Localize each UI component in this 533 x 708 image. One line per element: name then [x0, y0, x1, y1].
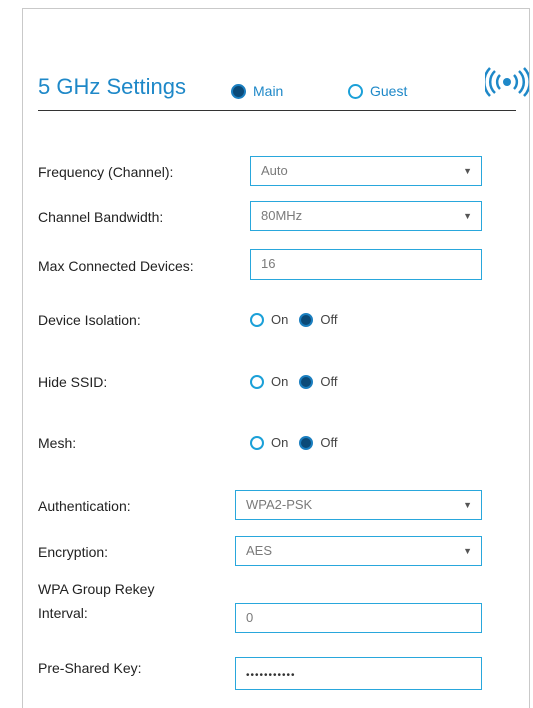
isolation-off-label: Off — [320, 312, 338, 327]
frequency-row: Frequency (Channel): Auto ▼ — [38, 156, 518, 190]
authentication-value: WPA2-PSK — [246, 497, 313, 512]
bandwidth-row: Channel Bandwidth: 80MHz ▼ — [38, 201, 518, 235]
rekey-row: WPA Group Rekey Interval: 0 — [38, 581, 518, 637]
frequency-value: Auto — [261, 163, 288, 178]
max-devices-label: Max Connected Devices: — [38, 258, 194, 274]
mesh-label: Mesh: — [38, 435, 77, 451]
max-devices-input[interactable]: 16 — [250, 249, 482, 280]
psk-row: Pre-Shared Key: ••••••••••• — [38, 657, 518, 691]
authentication-label: Authentication: — [38, 498, 131, 514]
isolation-options: On Off — [250, 312, 348, 327]
isolation-off-radio[interactable] — [299, 312, 314, 327]
radio-main[interactable]: Main — [231, 83, 283, 99]
settings-panel: 5 GHz Settings Main Guest Frequency (Cha… — [22, 8, 530, 708]
encryption-value: AES — [246, 543, 273, 558]
bandwidth-label: Channel Bandwidth: — [38, 209, 164, 225]
chevron-down-icon: ▼ — [463, 166, 472, 176]
radio-guest-indicator[interactable] — [348, 83, 363, 99]
radio-guest-label: Guest — [370, 83, 408, 99]
radio-main-label: Main — [253, 83, 284, 99]
psk-input[interactable]: ••••••••••• — [235, 657, 482, 690]
authentication-row: Authentication: WPA2-PSK ▼ — [38, 490, 518, 524]
hide-ssid-on-radio[interactable] — [250, 374, 264, 389]
isolation-label: Device Isolation: — [38, 312, 141, 328]
wireless-broadcast-icon — [485, 67, 529, 97]
encryption-label: Encryption: — [38, 544, 109, 560]
rekey-value: 0 — [246, 610, 254, 625]
radio-guest[interactable]: Guest — [348, 83, 407, 99]
hide-ssid-label: Hide SSID: — [38, 374, 108, 390]
chevron-down-icon: ▼ — [463, 211, 472, 221]
isolation-on-label: On — [271, 312, 289, 327]
encryption-select[interactable]: AES ▼ — [235, 536, 482, 566]
hide-ssid-row: Hide SSID: On Off — [38, 371, 518, 405]
isolation-on-radio[interactable] — [250, 312, 264, 327]
mesh-off-label: Off — [320, 435, 338, 450]
max-devices-value: 16 — [261, 256, 276, 271]
rekey-input[interactable]: 0 — [235, 603, 482, 633]
bandwidth-select[interactable]: 80MHz ▼ — [250, 201, 482, 231]
encryption-row: Encryption: AES ▼ — [38, 536, 518, 570]
isolation-row: Device Isolation: On Off — [38, 309, 518, 343]
radio-main-indicator[interactable] — [231, 83, 246, 99]
mesh-off-radio[interactable] — [299, 435, 314, 450]
rekey-label-line1: WPA Group Rekey — [38, 581, 155, 597]
hide-ssid-off-label: Off — [320, 374, 338, 389]
frequency-label: Frequency (Channel): — [38, 164, 174, 180]
mesh-options: On Off — [250, 435, 348, 450]
hide-ssid-off-radio[interactable] — [299, 374, 314, 389]
chevron-down-icon: ▼ — [463, 500, 472, 510]
frequency-select[interactable]: Auto ▼ — [250, 156, 482, 186]
header-divider — [38, 110, 516, 111]
max-devices-row: Max Connected Devices: 16 — [38, 249, 518, 283]
mesh-on-radio[interactable] — [250, 435, 264, 450]
hide-ssid-options: On Off — [250, 374, 348, 389]
rekey-label-line2: Interval: — [38, 605, 88, 621]
chevron-down-icon: ▼ — [463, 546, 472, 556]
section-header: 5 GHz Settings Main Guest — [38, 67, 529, 109]
bandwidth-value: 80MHz — [261, 208, 303, 223]
mesh-on-label: On — [271, 435, 289, 450]
psk-value: ••••••••••• — [246, 670, 296, 681]
hide-ssid-on-label: On — [271, 374, 289, 389]
psk-label: Pre-Shared Key: — [38, 660, 142, 676]
authentication-select[interactable]: WPA2-PSK ▼ — [235, 490, 482, 520]
mesh-row: Mesh: On Off — [38, 432, 518, 466]
section-title: 5 GHz Settings — [38, 74, 186, 99]
